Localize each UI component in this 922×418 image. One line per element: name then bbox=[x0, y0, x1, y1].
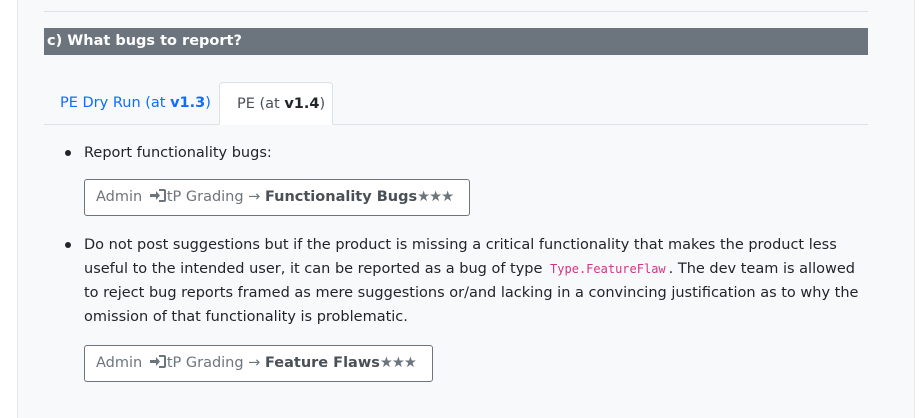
star-icon: ★★★ bbox=[417, 189, 454, 205]
breadcrumb-middle: tP Grading → bbox=[166, 355, 261, 371]
tab-version: v1.3 bbox=[170, 95, 206, 111]
login-icon bbox=[149, 346, 166, 381]
star-icon: ★★★ bbox=[379, 355, 417, 371]
login-icon bbox=[149, 180, 166, 215]
tab-label-suffix: ) bbox=[319, 96, 326, 112]
list-item: Do not post suggestions but if the produ… bbox=[65, 233, 866, 329]
tab-pe-dry-run[interactable]: PE Dry Run (at v1.3) bbox=[60, 82, 211, 124]
divider bbox=[44, 11, 868, 12]
section-title: c) What bugs to report? bbox=[47, 33, 242, 49]
breadcrumb-current: Functionality Bugs bbox=[264, 189, 418, 205]
tab-label: PE Dry Run (at bbox=[60, 95, 171, 111]
inline-code: Type.FeatureFlaw bbox=[550, 262, 666, 276]
breadcrumb-root: Admin bbox=[96, 355, 143, 371]
tab-bar: PE Dry Run (at v1.3) PE (at v1.4) bbox=[44, 82, 868, 125]
tab-label: PE (at bbox=[237, 96, 285, 112]
tab-pe[interactable]: PE (at v1.4) bbox=[219, 82, 333, 125]
breadcrumb-root: Admin bbox=[96, 189, 143, 205]
breadcrumb: Admin tP Grading → Feature Flaws★★★ bbox=[84, 345, 433, 382]
tab-label-suffix: ) bbox=[205, 95, 211, 111]
list-item-text: Report functionality bugs: bbox=[84, 145, 272, 161]
breadcrumb-current: Feature Flaws bbox=[264, 355, 380, 371]
breadcrumb: Admin tP Grading → Functionality Bugs★★★ bbox=[84, 179, 470, 216]
list-item: Report functionality bugs: bbox=[65, 141, 866, 165]
tab-version: v1.4 bbox=[284, 96, 320, 112]
breadcrumb-middle: tP Grading → bbox=[166, 189, 261, 205]
section-header: c) What bugs to report? bbox=[44, 28, 868, 55]
